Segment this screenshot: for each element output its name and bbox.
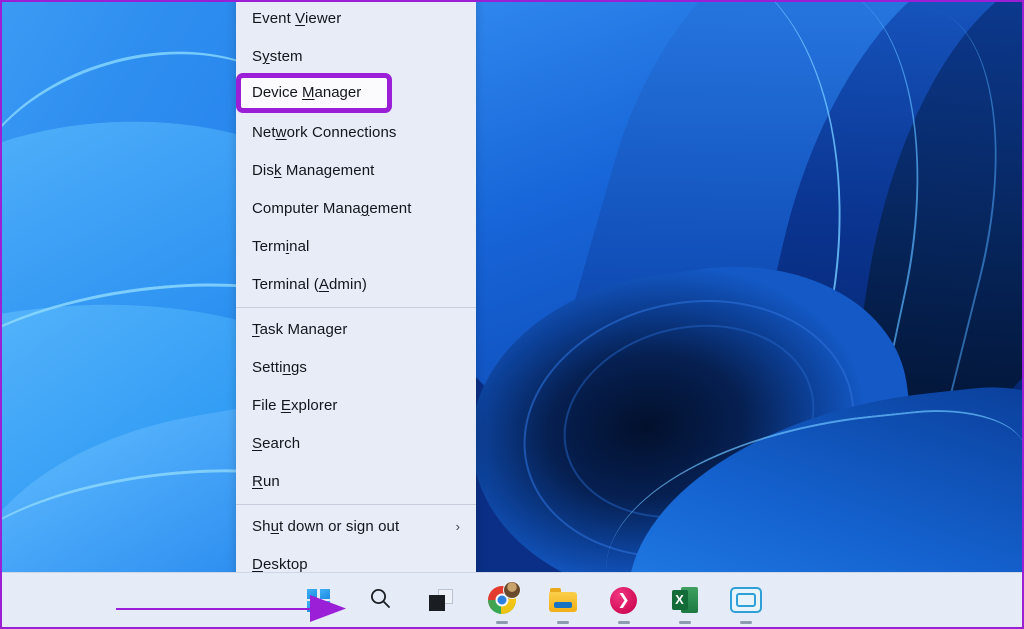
desktop-wallpaper [2, 2, 1022, 627]
search-icon [368, 586, 392, 615]
menu-item-file-explorer[interactable]: File Explorer [236, 387, 476, 425]
excel-icon: X [672, 587, 698, 613]
menu-item-system[interactable]: System [236, 38, 476, 76]
wallpaper-highlight-r2 [611, 2, 966, 523]
menu-item-search[interactable]: Search [236, 425, 476, 463]
wallpaper-shape-top-right-gap [902, 2, 1022, 202]
menu-item-label: Task Manager [252, 311, 464, 349]
menu-item-label: Disk Management [252, 152, 464, 190]
taskbar-icon-group: ❯X [299, 580, 766, 620]
menu-item-disk-management[interactable]: Disk Management [236, 152, 476, 190]
teal-app-button[interactable] [726, 580, 766, 620]
running-indicator [618, 621, 630, 624]
wallpaper-ribbon-r2 [524, 2, 1022, 582]
menu-item-label: Terminal (Admin) [252, 266, 464, 304]
menu-separator [236, 504, 476, 505]
wallpaper-ribbon-r3 [733, 2, 1022, 529]
wallpaper-highlight-r1 [503, 2, 883, 502]
teal-window-app-icon [730, 587, 762, 613]
chrome-icon [488, 586, 516, 614]
wallpaper-swirl-ring-outer [499, 270, 879, 588]
menu-item-label: Event Viewer [252, 0, 464, 38]
menu-item-terminal-admin[interactable]: Terminal (Admin) [236, 266, 476, 304]
menu-item-event-viewer[interactable]: Event Viewer [236, 0, 476, 38]
pink-circle-app-icon: ❯ [610, 587, 637, 614]
menu-item-terminal[interactable]: Terminal [236, 228, 476, 266]
menu-item-label: Computer Management [252, 190, 464, 228]
menu-item-shut-down-or-sign-out[interactable]: Shut down or sign out› [236, 508, 476, 546]
running-indicator [496, 621, 508, 624]
menu-item-task-manager[interactable]: Task Manager [236, 311, 476, 349]
wallpaper-swirl-core [451, 243, 933, 627]
menu-item-network-connections[interactable]: Network Connections [236, 114, 476, 152]
menu-item-label: Search [252, 425, 464, 463]
running-indicator [679, 621, 691, 624]
chevron-right-icon: › [456, 508, 464, 546]
menu-item-label: System [252, 38, 464, 76]
menu-item-computer-management[interactable]: Computer Management [236, 190, 476, 228]
menu-item-label: Settings [252, 349, 464, 387]
excel-button[interactable]: X [665, 580, 705, 620]
menu-item-label: Terminal [252, 228, 464, 266]
wallpaper-highlight-r3 [705, 2, 1022, 521]
menu-item-label: Run [252, 463, 464, 501]
menu-item-label: File Explorer [252, 387, 464, 425]
task-view-button[interactable] [421, 580, 461, 620]
search-button[interactable] [360, 580, 400, 620]
screenshot-root: Event ViewerSystemDevice ManagerNetwork … [0, 0, 1024, 629]
wallpaper-swirl-ring-inner [543, 299, 835, 544]
running-indicator [557, 621, 569, 624]
menu-separator [236, 307, 476, 308]
file-explorer-button[interactable] [543, 580, 583, 620]
folder-icon [549, 588, 577, 612]
task-view-icon [429, 589, 453, 611]
pink-app-button[interactable]: ❯ [604, 580, 644, 620]
chrome-button[interactable] [482, 580, 522, 620]
menu-item-settings[interactable]: Settings [236, 349, 476, 387]
running-indicator [740, 621, 752, 624]
menu-item-run[interactable]: Run [236, 463, 476, 501]
wallpaper-shape-right-base [476, 2, 1022, 582]
menu-item-label: Network Connections [252, 114, 464, 152]
device-manager-highlight-label[interactable]: Device Manager [252, 73, 361, 113]
menu-item-label: Shut down or sign out [252, 508, 456, 546]
wallpaper-ribbon-r4 [846, 2, 1022, 457]
pointer-arrow-annotation [114, 588, 349, 626]
